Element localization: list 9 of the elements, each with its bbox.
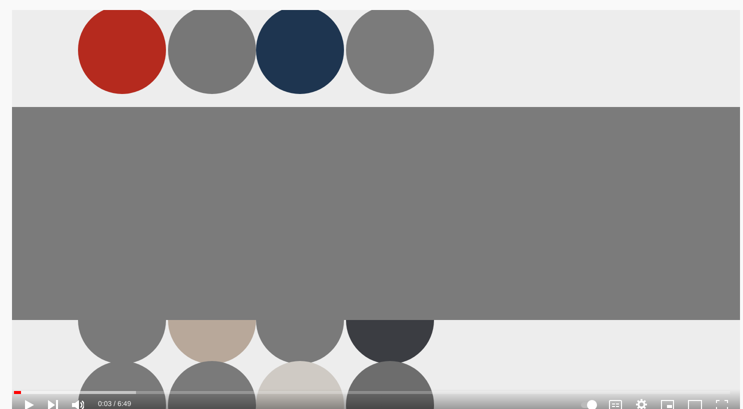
fullscreen-icon[interactable]	[716, 400, 728, 409]
theater-mode-icon[interactable]	[688, 400, 702, 409]
captions-icon[interactable]	[609, 400, 622, 409]
settings-icon[interactable]	[636, 399, 647, 409]
autoplay-toggle[interactable]	[581, 402, 595, 408]
volume-icon[interactable]	[72, 400, 84, 409]
skip-next-icon[interactable]	[48, 400, 58, 409]
play-icon[interactable]	[24, 400, 34, 409]
miniplayer-icon[interactable]	[661, 400, 674, 409]
